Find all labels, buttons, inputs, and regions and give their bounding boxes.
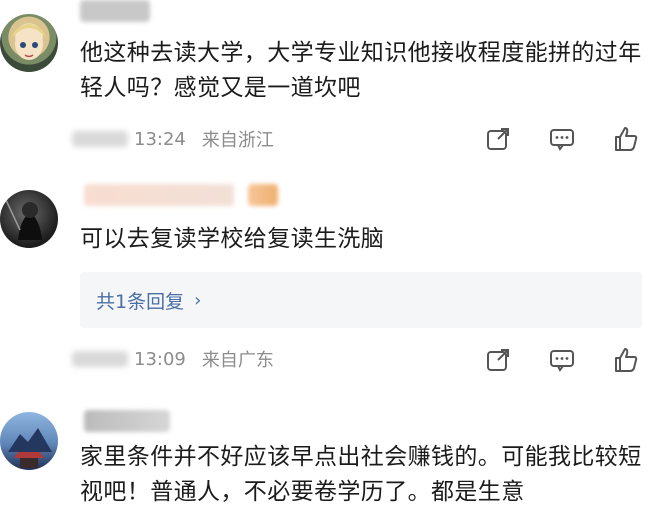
view-replies-button[interactable]: 共1条回复 ›	[80, 272, 642, 328]
comment-text: 可以去复读学校给复读生洗脑	[80, 226, 385, 252]
blurred-date	[72, 131, 128, 147]
comment-time: 13:09	[134, 348, 186, 370]
comment-location: 来自广东	[201, 350, 274, 371]
like-icon[interactable]	[612, 346, 640, 374]
comment-item: 家里条件并不好应该早点出社会赚钱的。可能我比较短视吧！普通人，不必要卷学历了。都…	[0, 390, 660, 527]
comment-location: 来自浙江	[201, 130, 274, 151]
comment-actions	[448, 345, 640, 375]
replies-count-label: 共1条回复	[96, 290, 185, 313]
share-icon[interactable]	[484, 346, 512, 374]
chevron-right-icon: ›	[194, 289, 202, 311]
comment-text: 他这种去读大学，大学专业知识他接收程度能拼的过年轻人吗？感觉又是一道坎吧	[80, 40, 642, 101]
comment-meta: 13:09 来自广东	[72, 346, 274, 372]
comment-meta: 13:24 来自浙江	[72, 126, 274, 152]
like-icon[interactable]	[612, 125, 640, 153]
share-icon[interactable]	[484, 125, 512, 153]
comment-icon[interactable]	[548, 346, 576, 374]
avatar[interactable]	[0, 412, 58, 470]
avatar[interactable]	[0, 14, 58, 72]
comment-time: 13:24	[134, 128, 186, 150]
username-badge-blurred	[248, 184, 278, 206]
username-blurred[interactable]	[84, 184, 234, 206]
comment-text: 家里条件并不好应该早点出社会赚钱的。可能我比较短视吧！普通人，不必要卷学历了。都…	[80, 444, 642, 505]
avatar[interactable]	[0, 190, 58, 248]
username-blurred[interactable]	[80, 0, 150, 22]
comment-item: 他这种去读大学，大学专业知识他接收程度能拼的过年轻人吗？感觉又是一道坎吧 13:…	[0, 0, 660, 170]
username-blurred[interactable]	[84, 410, 170, 432]
comment-actions	[448, 124, 640, 154]
blurred-date	[72, 351, 128, 367]
comment-icon[interactable]	[548, 125, 576, 153]
